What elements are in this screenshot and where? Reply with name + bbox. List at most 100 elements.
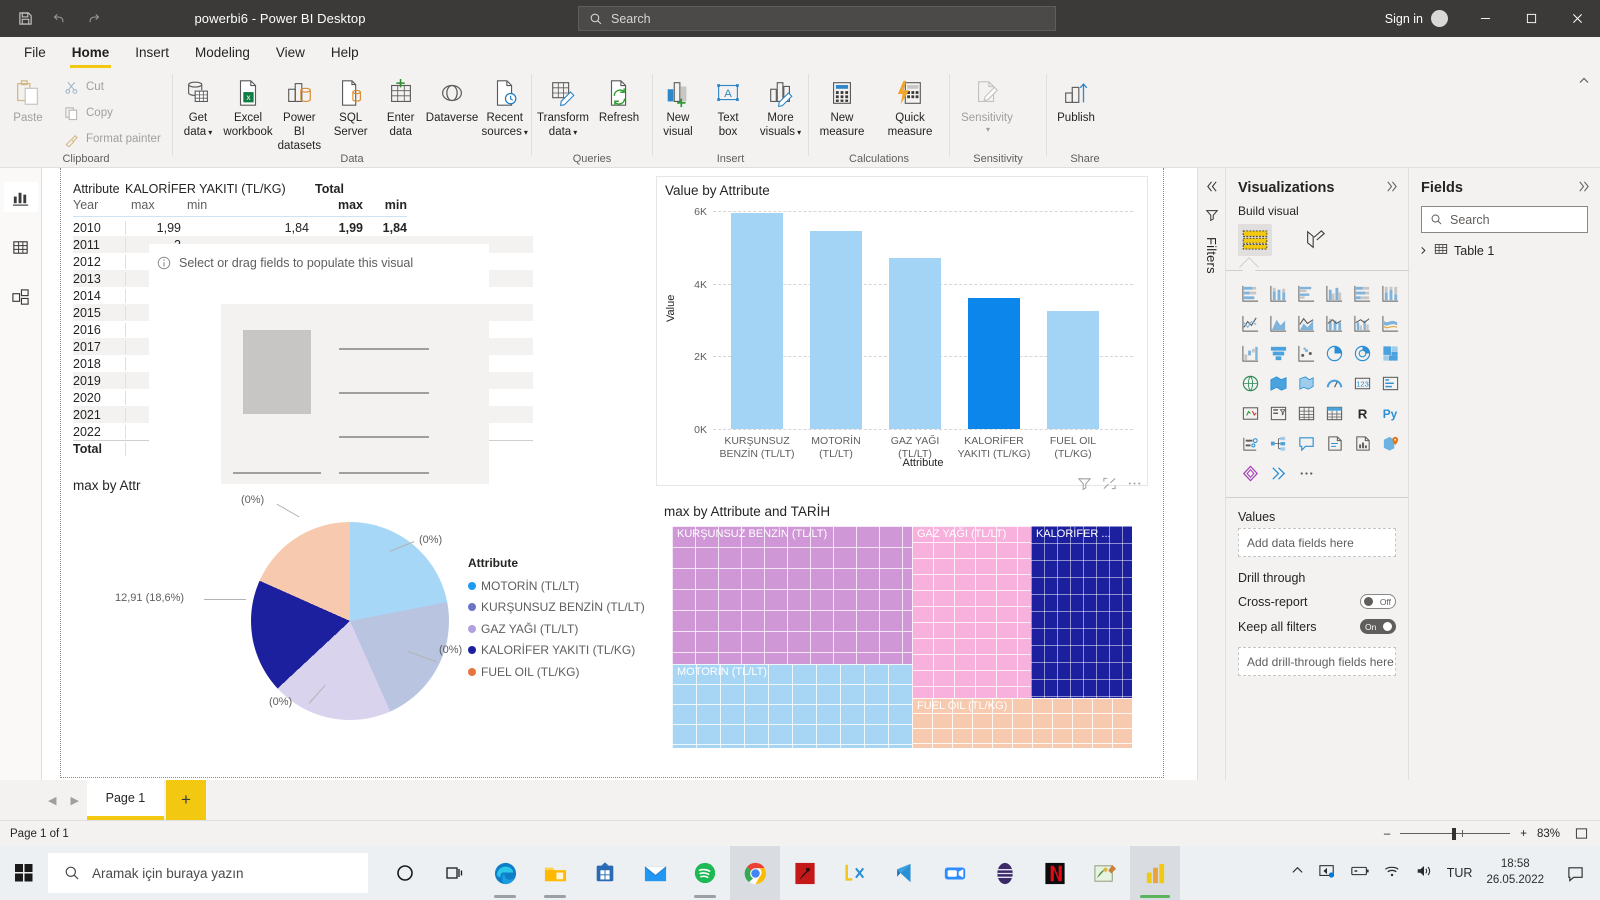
fields-tree-item-table1[interactable]: Table 1 bbox=[1409, 233, 1600, 259]
onedrive-icon[interactable] bbox=[1318, 863, 1336, 884]
chevron-right-icon[interactable] bbox=[1385, 180, 1398, 196]
paint-icon[interactable] bbox=[1080, 846, 1130, 900]
excel-workbook-button[interactable]: x Excel workbook bbox=[223, 72, 273, 139]
legend-item[interactable]: KALORİFER YAKITI (TL/KG) bbox=[468, 640, 645, 662]
sidebar-item-model-view[interactable] bbox=[4, 282, 38, 312]
menu-item-modeling[interactable]: Modeling bbox=[183, 40, 262, 66]
report-page[interactable]: Attribute KALORİFER YAKITI (TL/KG) Total… bbox=[60, 168, 1164, 778]
transform-data-button[interactable]: Transform data▾ bbox=[532, 72, 594, 139]
powerbi-search-box[interactable]: Search bbox=[578, 6, 1056, 31]
next-page-icon[interactable]: ▶ bbox=[64, 794, 84, 807]
menu-item-insert[interactable]: Insert bbox=[123, 40, 181, 66]
paste-button[interactable]: Paste bbox=[0, 72, 56, 125]
filters-rail[interactable]: Filters bbox=[1197, 168, 1225, 780]
card-icon[interactable]: 123 bbox=[1348, 369, 1376, 397]
clustered-column-chart-icon[interactable] bbox=[1320, 279, 1348, 307]
pie-chart-graphic[interactable] bbox=[251, 522, 449, 720]
zoom-slider-thumb[interactable] bbox=[1452, 828, 1456, 840]
power-bi-desktop-icon[interactable] bbox=[1130, 846, 1180, 900]
mail-icon[interactable] bbox=[630, 846, 680, 900]
smart-narrative-icon[interactable] bbox=[1320, 429, 1348, 457]
arcgis-maps-icon[interactable] bbox=[1376, 429, 1404, 457]
sign-in-button[interactable]: Sign in bbox=[1385, 10, 1462, 27]
menu-item-file[interactable]: File bbox=[12, 40, 58, 66]
multi-row-card-icon[interactable] bbox=[1376, 369, 1404, 397]
format-visual-tab[interactable] bbox=[1298, 224, 1332, 256]
sql-server-button[interactable]: SQL Server bbox=[326, 72, 376, 139]
text-box-button[interactable]: A Text box bbox=[703, 72, 753, 139]
sidebar-item-data-view[interactable] bbox=[4, 232, 38, 262]
treemap-node-kalorifer[interactable]: KALORİFER ... bbox=[1031, 526, 1132, 698]
bar-0[interactable] bbox=[731, 213, 783, 429]
refresh-button[interactable]: Refresh bbox=[594, 72, 644, 125]
bar-3[interactable] bbox=[968, 298, 1020, 429]
treemap-node-gazyagi[interactable]: GAZ YAĞI (TL/LT) bbox=[912, 526, 1031, 698]
kpi-icon[interactable] bbox=[1236, 399, 1264, 427]
stacked-bar-chart-icon[interactable] bbox=[1236, 279, 1264, 307]
legend-item[interactable]: KURŞUNSUZ BENZİN (TL/LT) bbox=[468, 597, 645, 619]
line-stacked-column-chart-icon[interactable] bbox=[1320, 309, 1348, 337]
publish-button[interactable]: Publish bbox=[1047, 72, 1105, 125]
chevron-left-double-icon[interactable] bbox=[1205, 180, 1218, 198]
legend-item[interactable]: MOTORİN (TL/LT) bbox=[468, 575, 645, 597]
cortana-icon[interactable] bbox=[380, 846, 430, 900]
100-stacked-column-chart-icon[interactable] bbox=[1376, 279, 1404, 307]
battery-icon[interactable] bbox=[1350, 864, 1370, 883]
pie-chart-icon[interactable] bbox=[1320, 339, 1348, 367]
shape-map-icon[interactable] bbox=[1292, 369, 1320, 397]
enter-data-button[interactable]: Enter data bbox=[376, 72, 426, 139]
new-measure-button[interactable]: New measure bbox=[809, 72, 875, 139]
ribbon-chart-icon[interactable] bbox=[1376, 309, 1404, 337]
donut-chart-icon[interactable] bbox=[1348, 339, 1376, 367]
waterfall-chart-icon[interactable] bbox=[1236, 339, 1264, 367]
table-icon[interactable] bbox=[1292, 399, 1320, 427]
zoom-icon[interactable] bbox=[930, 846, 980, 900]
menu-item-view[interactable]: View bbox=[264, 40, 317, 66]
more-options-icon[interactable] bbox=[1127, 476, 1142, 496]
key-influencers-icon[interactable] bbox=[1236, 429, 1264, 457]
microsoft-edge-icon[interactable] bbox=[480, 846, 530, 900]
fit-to-page-icon[interactable] bbox=[1570, 824, 1592, 844]
copy-button[interactable]: Copy bbox=[56, 100, 169, 126]
dataverse-button[interactable]: Dataverse bbox=[426, 72, 479, 125]
visual-studio-code-icon[interactable] bbox=[880, 846, 930, 900]
language-indicator[interactable]: TUR bbox=[1447, 866, 1473, 880]
page-tab-page-1[interactable]: Page 1 bbox=[87, 780, 164, 820]
menu-item-home[interactable]: Home bbox=[60, 40, 122, 66]
spotify-icon[interactable] bbox=[680, 846, 730, 900]
zoom-in-button[interactable]: + bbox=[1520, 828, 1527, 840]
treemap-visual[interactable]: max by Attribute and TARİH KURŞUNSUZ BEN… bbox=[656, 498, 1148, 770]
line-chart-icon[interactable] bbox=[1236, 309, 1264, 337]
get-data-button[interactable]: Get data▾ bbox=[173, 72, 223, 139]
windows-start-icon[interactable] bbox=[0, 846, 48, 900]
cross-report-toggle[interactable]: Off bbox=[1360, 594, 1396, 609]
drill-through-drop-well[interactable]: Add drill-through fields here bbox=[1238, 647, 1396, 676]
netflix-icon[interactable] bbox=[1030, 846, 1080, 900]
treemap-icon[interactable] bbox=[1376, 339, 1404, 367]
keep-all-filters-toggle[interactable]: On bbox=[1360, 619, 1396, 634]
chevron-right-icon[interactable] bbox=[1577, 180, 1590, 196]
google-chrome-icon[interactable] bbox=[730, 846, 780, 900]
r-script-visual-icon[interactable]: R bbox=[1348, 399, 1376, 427]
more-visuals-button[interactable]: More visuals▾ bbox=[753, 72, 808, 139]
format-painter-button[interactable]: Format painter bbox=[56, 126, 169, 152]
decomposition-tree-icon[interactable] bbox=[1264, 429, 1292, 457]
treemap-node-kursunsuz[interactable]: KURŞUNSUZ BENZİN (TL/LT) bbox=[672, 526, 912, 664]
wifi-icon[interactable] bbox=[1384, 864, 1401, 883]
ribbon-collapse-button[interactable] bbox=[1578, 68, 1600, 167]
maximize-button[interactable] bbox=[1508, 0, 1554, 37]
action-center-icon[interactable] bbox=[1558, 846, 1592, 900]
show-hidden-icons-icon[interactable] bbox=[1291, 864, 1304, 882]
legend-item[interactable]: FUEL OIL (TL/KG) bbox=[468, 661, 645, 683]
lx-app-icon[interactable] bbox=[830, 846, 880, 900]
zoom-out-button[interactable]: – bbox=[1384, 828, 1390, 840]
filter-icon[interactable] bbox=[1077, 476, 1092, 496]
focus-mode-icon[interactable] bbox=[1102, 476, 1117, 496]
taskbar-search-input[interactable]: Aramak için buraya yazın bbox=[48, 853, 368, 893]
quick-measure-button[interactable]: Quick measure bbox=[875, 72, 945, 139]
chevron-right-small-icon[interactable] bbox=[1419, 244, 1428, 258]
treemap-node-motorin[interactable]: MOTORİN (TL/LT) bbox=[672, 664, 912, 748]
power-apps-icon[interactable] bbox=[1236, 459, 1264, 487]
file-explorer-icon[interactable] bbox=[530, 846, 580, 900]
filled-map-icon[interactable] bbox=[1264, 369, 1292, 397]
